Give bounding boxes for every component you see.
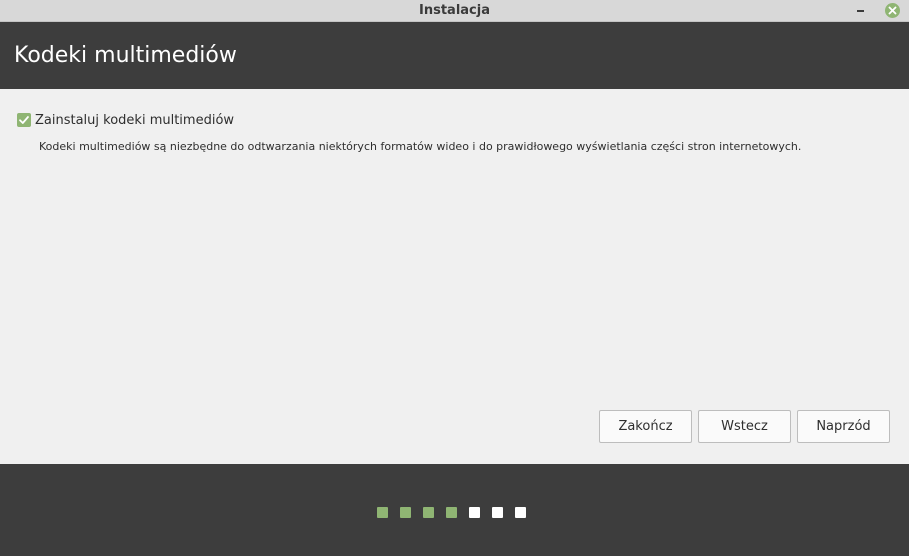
main-content: Zainstaluj kodeki multimediów Kodeki mul… <box>0 89 909 464</box>
page-header: Kodeki multimediów <box>0 22 909 89</box>
progress-step-1 <box>377 507 388 518</box>
progress-step-5 <box>469 507 480 518</box>
progress-step-6 <box>492 507 503 518</box>
progress-step-7 <box>515 507 526 518</box>
progress-footer <box>0 464 909 556</box>
progress-step-3 <box>423 507 434 518</box>
codecs-description: Kodeki multimediów są niezbędne do odtwa… <box>39 140 802 153</box>
back-button[interactable]: Wstecz <box>698 410 791 443</box>
install-codecs-checkbox-row[interactable]: Zainstaluj kodeki multimediów <box>17 112 234 128</box>
finish-button[interactable]: Zakończ <box>599 410 692 443</box>
install-codecs-label[interactable]: Zainstaluj kodeki multimediów <box>35 113 234 128</box>
window-title: Instalacja <box>419 3 490 18</box>
progress-step-2 <box>400 507 411 518</box>
next-button[interactable]: Naprzód <box>797 410 890 443</box>
page-title: Kodeki multimediów <box>14 43 237 68</box>
install-codecs-checkbox[interactable] <box>17 113 31 127</box>
title-bar[interactable]: Instalacja <box>0 0 909 22</box>
close-icon[interactable] <box>885 3 900 18</box>
progress-indicator <box>377 507 526 518</box>
checkmark-icon <box>19 116 29 124</box>
progress-step-4 <box>446 507 457 518</box>
installer-window: Instalacja Kodeki multimediów Zainstaluj… <box>0 0 909 556</box>
minimize-icon[interactable] <box>852 4 870 18</box>
